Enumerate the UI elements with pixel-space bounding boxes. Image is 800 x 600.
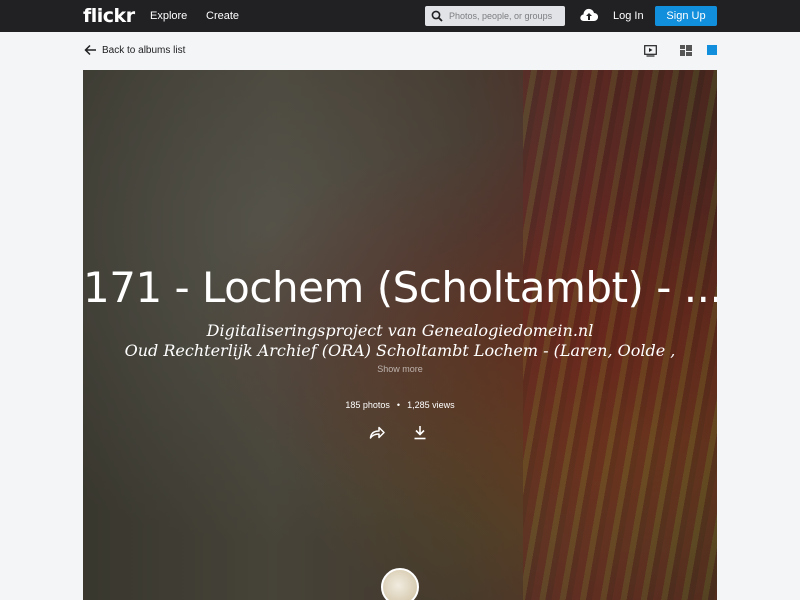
album-description-line-1: Digitaliseringsproject van Genealogiedom… — [206, 321, 594, 340]
search-input[interactable] — [449, 11, 559, 21]
nav-create-link[interactable]: Create — [206, 10, 239, 22]
download-icon[interactable] — [413, 425, 427, 440]
view-count: 1,285 views — [407, 400, 455, 410]
stats-separator: • — [396, 400, 401, 410]
owner-avatar[interactable] — [381, 568, 419, 600]
upload-cloud-icon[interactable] — [579, 7, 599, 23]
back-link-label: Back to albums list — [102, 44, 186, 56]
album-cover: 171 - Lochem (Scholtambt) - ... Digitali… — [83, 70, 717, 600]
back-arrow-icon — [84, 44, 96, 56]
slideshow-icon[interactable] — [644, 45, 657, 57]
single-view-icon[interactable] — [707, 45, 717, 55]
album-title: 171 - Lochem (Scholtambt) - ... — [83, 263, 717, 312]
signup-button[interactable]: Sign Up — [655, 6, 717, 26]
album-description-line-2: Oud Rechterlijk Archief (ORA) Scholtambt… — [124, 341, 676, 360]
search-box[interactable] — [425, 6, 565, 26]
search-icon — [431, 10, 443, 22]
show-more-link[interactable]: Show more — [83, 364, 717, 374]
album-stats: 185 photos • 1,285 views — [83, 400, 717, 410]
top-navigation-bar: flickr Explore Create Log In Sign Up — [0, 0, 800, 32]
share-icon[interactable] — [369, 425, 385, 439]
grid-view-icon[interactable] — [680, 45, 692, 56]
login-link[interactable]: Log In — [613, 10, 644, 22]
nav-explore-link[interactable]: Explore — [150, 10, 187, 22]
flickr-logo[interactable]: flickr — [83, 5, 135, 27]
photo-count: 185 photos — [345, 400, 390, 410]
back-to-albums-link[interactable]: Back to albums list — [84, 44, 185, 56]
